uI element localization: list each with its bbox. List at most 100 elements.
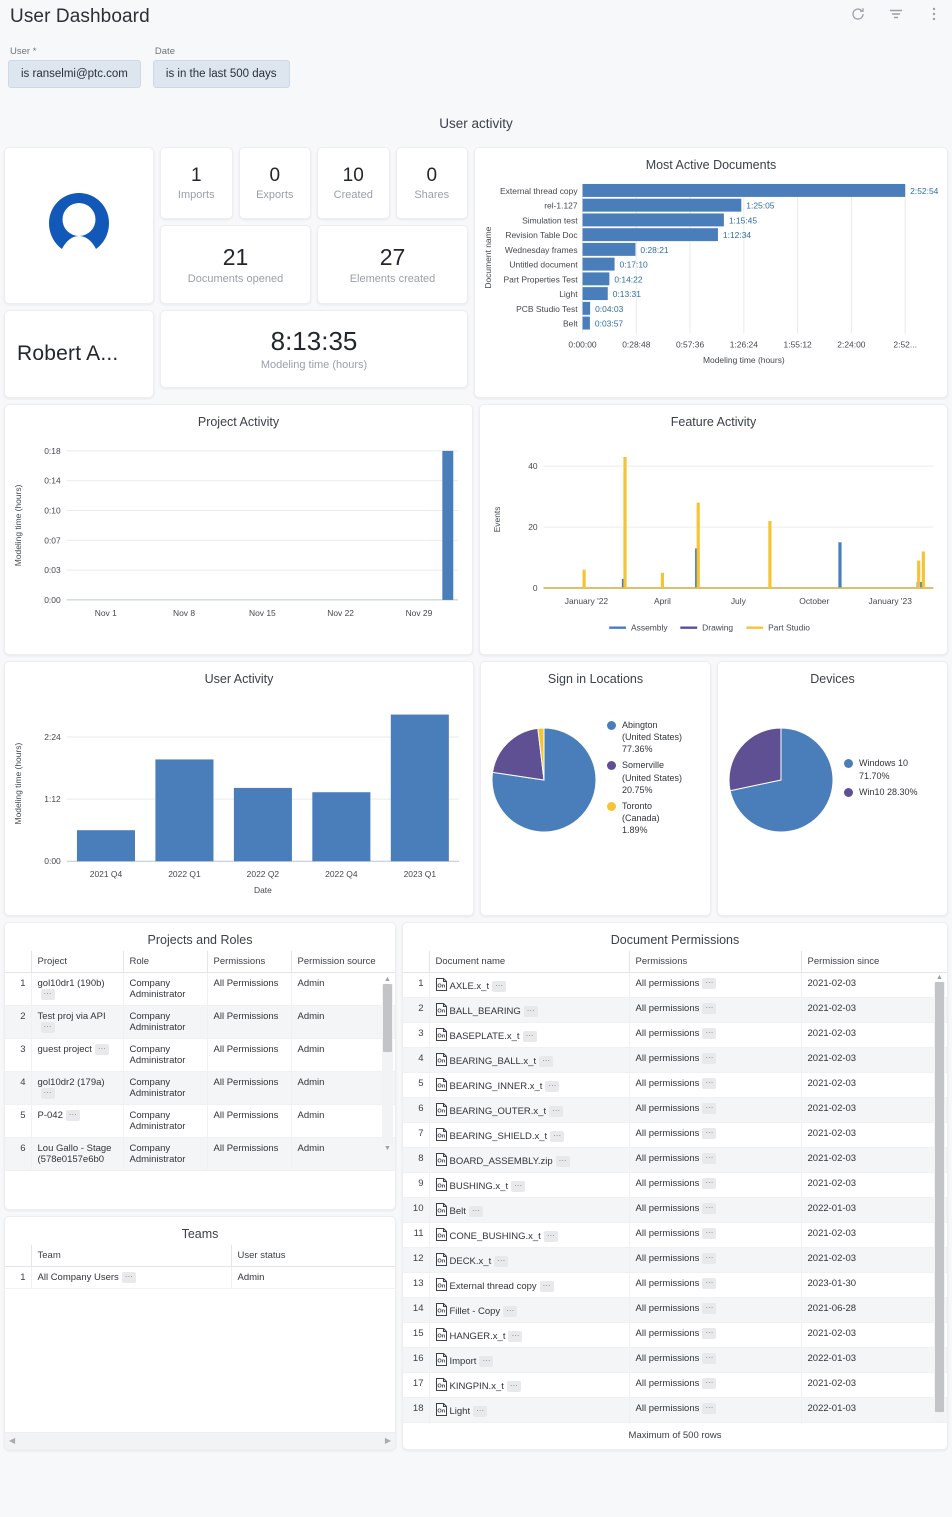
cell-permissions[interactable]: All permissions⋯	[628, 1047, 801, 1073]
table-row[interactable]: 16 On Import ⋯ All permissions ⋯ 2022-01-03	[403, 1347, 947, 1373]
cell-permissions[interactable]: All permissions⋯	[628, 1097, 801, 1123]
col-permission-source[interactable]: Permission source	[290, 950, 395, 973]
ellipsis-menu-icon[interactable]: ⋯	[702, 1027, 717, 1039]
document-permissions-scrollbar[interactable]: ▲ ▼	[934, 973, 945, 1424]
ellipsis-menu-icon[interactable]: ⋯	[702, 1327, 717, 1339]
ellipsis-menu-icon[interactable]: ⋯	[702, 1077, 717, 1089]
ellipsis-menu-icon[interactable]: ⋯	[539, 1055, 554, 1067]
projects-scrollbar[interactable]: ▲ ▼	[382, 975, 393, 1209]
table-row[interactable]: 12 On DECK.x_t ⋯ All permissions ⋯ 2021-02-03	[403, 1247, 947, 1273]
scroll-up-arrow[interactable]: ▲	[934, 973, 945, 982]
cell-document-name[interactable]: OnM10_NUT.x_t⋯	[428, 1422, 629, 1424]
ellipsis-menu-icon[interactable]: ⋯	[702, 1352, 717, 1364]
ellipsis-menu-icon[interactable]: ⋯	[702, 1002, 717, 1014]
ellipsis-menu-icon[interactable]: ⋯	[702, 1052, 717, 1064]
table-row[interactable]: 1 On AXLE.x_t ⋯ All permissions ⋯ 2021-02-03	[403, 972, 947, 998]
ellipsis-menu-icon[interactable]: ⋯	[508, 1330, 523, 1342]
cell-permissions[interactable]: All permissions⋯	[628, 1147, 801, 1173]
ellipsis-menu-icon[interactable]: ⋯	[539, 1280, 554, 1292]
cell-permissions[interactable]: All permissions⋯	[628, 1422, 801, 1424]
ellipsis-menu-icon[interactable]: ⋯	[503, 1305, 518, 1317]
cell-document-name[interactable]: On BALL_BEARING ⋯	[428, 997, 629, 1023]
ellipsis-menu-icon[interactable]: ⋯	[40, 1021, 55, 1033]
ellipsis-menu-icon[interactable]: ⋯	[494, 1255, 509, 1267]
cell-permissions[interactable]: All permissions⋯	[628, 1297, 801, 1323]
scroll-down-arrow[interactable]: ▼	[934, 1422, 945, 1424]
table-row[interactable]: 3 guest project ⋯ Company Administrator All …	[5, 1038, 395, 1072]
cell-permissions[interactable]: All permissions⋯	[628, 1247, 801, 1273]
cell-project[interactable]: P-042 ⋯	[30, 1104, 123, 1138]
scroll-down-arrow[interactable]: ▼	[382, 1144, 393, 1153]
table-row[interactable]: 2 On BALL_BEARING ⋯ All permissions ⋯ 2021-02-…	[403, 997, 947, 1023]
ellipsis-menu-icon[interactable]: ⋯	[550, 1130, 565, 1142]
ellipsis-menu-icon[interactable]: ⋯	[702, 1177, 717, 1189]
cell-document-name[interactable]: On DECK.x_t ⋯	[428, 1247, 629, 1273]
refresh-icon[interactable]	[850, 6, 866, 22]
ellipsis-menu-icon[interactable]: ⋯	[555, 1155, 570, 1167]
cell-permissions[interactable]: All permissions⋯	[628, 1197, 801, 1223]
cell-document-name[interactable]: On Import ⋯	[428, 1347, 629, 1373]
cell-document-name[interactable]: On Light ⋯	[428, 1397, 629, 1423]
cell-document-name[interactable]: On AXLE.x_t ⋯	[428, 972, 629, 998]
ellipsis-menu-icon[interactable]: ⋯	[702, 1402, 717, 1414]
table-row[interactable]: 4 gol10dr2 (179a)⋯ Company Administrator Al…	[5, 1071, 395, 1105]
ellipsis-menu-icon[interactable]: ⋯	[702, 977, 717, 989]
ellipsis-menu-icon[interactable]: ⋯	[492, 980, 507, 992]
cell-team[interactable]: All Company Users ⋯	[30, 1266, 231, 1289]
ellipsis-menu-icon[interactable]: ⋯	[94, 1043, 109, 1055]
ellipsis-menu-icon[interactable]: ⋯	[702, 1127, 717, 1139]
cell-document-name[interactable]: On BEARING_SHIELD.x_t ⋯	[428, 1122, 629, 1148]
ellipsis-menu-icon[interactable]: ⋯	[40, 1087, 55, 1099]
cell-project[interactable]: guest project ⋯	[30, 1038, 123, 1072]
cell-permissions[interactable]: All permissions⋯	[628, 1222, 801, 1248]
cell-document-name[interactable]: On Fillet - Copy ⋯	[428, 1297, 629, 1323]
cell-document-name[interactable]: On BUSHING.x_t ⋯	[428, 1172, 629, 1198]
cell-document-name[interactable]: On BEARING_BALL.x_t ⋯	[428, 1047, 629, 1073]
table-row[interactable]: 6 On BEARING_OUTER.x_t ⋯ All permissions ⋯ 202…	[403, 1097, 947, 1123]
ellipsis-menu-icon[interactable]: ⋯	[473, 1405, 488, 1417]
ellipsis-menu-icon[interactable]: ⋯	[522, 1030, 537, 1042]
col-project[interactable]: Project	[30, 950, 123, 973]
ellipsis-menu-icon[interactable]: ⋯	[479, 1355, 494, 1367]
filter-user-chip[interactable]: is ranselmi@ptc.com	[8, 60, 141, 88]
teams-horizontal-scrollbar[interactable]: ◀ ▶	[5, 1431, 395, 1449]
scroll-right-arrow[interactable]: ▶	[385, 1436, 391, 1445]
cell-permissions[interactable]: All permissions⋯	[628, 1022, 801, 1048]
cell-project[interactable]: Test proj via API⋯	[30, 1005, 123, 1039]
ellipsis-menu-icon[interactable]: ⋯	[702, 1202, 717, 1214]
cell-permissions[interactable]: All permissions⋯	[628, 997, 801, 1023]
cell-document-name[interactable]: On HANGER.x_t ⋯	[428, 1322, 629, 1348]
more-options-icon[interactable]	[926, 6, 942, 22]
table-row[interactable]: 7 On BEARING_SHIELD.x_t ⋯ All permissions ⋯ 20…	[403, 1122, 947, 1148]
table-row[interactable]: 14 On Fillet - Copy ⋯ All permissions ⋯ 2021-0…	[403, 1297, 947, 1323]
ellipsis-menu-icon[interactable]: ⋯	[468, 1205, 483, 1217]
cell-project[interactable]: gol10dr2 (179a)⋯	[30, 1071, 123, 1105]
col-role[interactable]: Role	[122, 950, 207, 973]
cell-permissions[interactable]: All permissions⋯	[628, 1347, 801, 1373]
table-row[interactable]: 13 On External thread copy ⋯ All permissions…	[403, 1272, 947, 1298]
col-team[interactable]: Team	[30, 1244, 231, 1267]
col-permission-since[interactable]: Permission since	[800, 950, 947, 973]
scroll-up-arrow[interactable]: ▲	[382, 975, 393, 984]
cell-permissions[interactable]: All permissions⋯	[628, 1372, 801, 1398]
cell-permissions[interactable]: All permissions⋯	[628, 1272, 801, 1298]
ellipsis-menu-icon[interactable]: ⋯	[121, 1271, 136, 1283]
table-row[interactable]: 2 Test proj via API⋯ Company Administrator…	[5, 1005, 395, 1039]
table-row[interactable]: 17 On KINGPIN.x_t ⋯ All permissions ⋯ 2021-02-…	[403, 1372, 947, 1398]
table-row[interactable]: 19OnM10_NUT.x_t⋯All permissions⋯2021-02-…	[403, 1422, 947, 1424]
table-row[interactable]: 8 On BOARD_ASSEMBLY.zip ⋯ All permissions ⋯ 20…	[403, 1147, 947, 1173]
ellipsis-menu-icon[interactable]: ⋯	[702, 1102, 717, 1114]
col-permissions[interactable]: Permissions	[628, 950, 801, 973]
table-row[interactable]: 5 On BEARING_INNER.x_t ⋯ All permissions ⋯ 202…	[403, 1072, 947, 1098]
table-row[interactable]: 18 On Light ⋯ All permissions ⋯ 2022-01-03	[403, 1397, 947, 1423]
cell-project[interactable]: gol10dr1 (190b)⋯	[30, 972, 123, 1006]
cell-document-name[interactable]: On BASEPLATE.x_t ⋯	[428, 1022, 629, 1048]
ellipsis-menu-icon[interactable]: ⋯	[549, 1105, 564, 1117]
cell-document-name[interactable]: On CONE_BUSHING.x_t ⋯	[428, 1222, 629, 1248]
cell-document-name[interactable]: On Belt ⋯	[428, 1197, 629, 1223]
ellipsis-menu-icon[interactable]: ⋯	[702, 1152, 717, 1164]
cell-permissions[interactable]: All permissions⋯	[628, 972, 801, 998]
table-row[interactable]: 4 On BEARING_BALL.x_t ⋯ All permissions ⋯ 2021…	[403, 1047, 947, 1073]
ellipsis-menu-icon[interactable]: ⋯	[702, 1227, 717, 1239]
table-row[interactable]: 3 On BASEPLATE.x_t ⋯ All permissions ⋯ 2021-02…	[403, 1022, 947, 1048]
